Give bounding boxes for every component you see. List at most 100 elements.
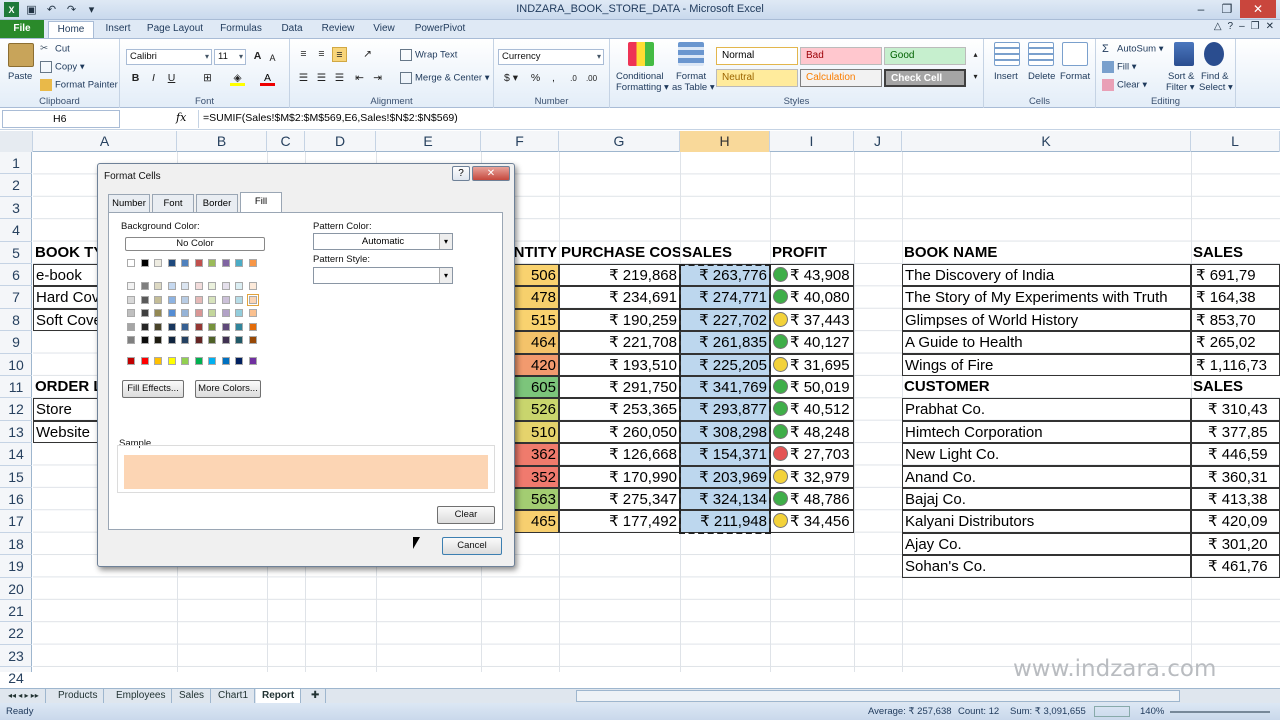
color-swatch[interactable]	[140, 295, 149, 304]
row-header[interactable]: 22	[0, 622, 32, 645]
color-swatch[interactable]	[167, 357, 176, 365]
row-header[interactable]: 9	[0, 331, 32, 354]
find-select-button[interactable]: Find &	[1201, 71, 1228, 82]
color-swatch[interactable]	[248, 259, 257, 267]
profit-cell[interactable]: ₹ 34,456	[770, 510, 854, 533]
style-bad[interactable]: Bad	[800, 47, 882, 65]
purchase-cost-cell[interactable]: ₹ 170,990	[559, 465, 680, 488]
row-header[interactable]: 23	[0, 645, 32, 668]
row-header[interactable]: 19	[0, 555, 32, 578]
paste-button[interactable]: Paste	[8, 71, 32, 82]
customer-name-cell[interactable]: Himtech Corporation	[902, 420, 1191, 444]
tab-file[interactable]: File	[0, 20, 44, 38]
fill-effects-button[interactable]: Fill Effects...	[122, 380, 184, 398]
tab-powerpivot[interactable]: PowerPivot	[410, 21, 470, 38]
sales-cell[interactable]: ₹ 308,298	[680, 420, 770, 444]
column-header[interactable]: F	[481, 131, 559, 152]
styles-more-icon[interactable]: ▾	[968, 69, 983, 84]
book-sales-cell[interactable]: ₹ 164,38	[1191, 286, 1280, 309]
color-swatch[interactable]	[221, 309, 230, 317]
color-swatch[interactable]	[167, 295, 176, 304]
sheet-tab-chart1[interactable]: Chart1	[212, 689, 256, 704]
color-swatch[interactable]	[248, 322, 257, 331]
sales-cell[interactable]: ₹ 261,835	[680, 331, 770, 354]
name-box[interactable]: H6	[2, 110, 120, 128]
dialog-tab-font[interactable]: Font	[152, 194, 194, 212]
zoom-slider[interactable]	[1170, 711, 1270, 713]
sales-cell[interactable]: ₹ 263,776	[680, 264, 770, 287]
row-header[interactable]: 3	[0, 197, 32, 220]
color-swatch[interactable]	[221, 357, 230, 365]
color-swatch[interactable]	[208, 309, 216, 317]
number-format-select[interactable]: Currency	[498, 49, 604, 65]
row-header[interactable]: 14	[0, 443, 32, 466]
sheet-tab-report[interactable]: Report	[256, 689, 302, 704]
column-header[interactable]: E	[376, 131, 481, 152]
purchase-cost-cell[interactable]: ₹ 221,708	[559, 331, 680, 354]
header-profit[interactable]: PROFIT	[770, 242, 854, 264]
purchase-cost-cell[interactable]: ₹ 177,492	[559, 510, 680, 533]
color-swatch[interactable]	[194, 336, 203, 344]
color-swatch[interactable]	[235, 282, 243, 290]
color-swatch[interactable]	[154, 282, 162, 290]
profit-cell[interactable]: ₹ 40,127	[770, 331, 854, 354]
color-swatch[interactable]	[127, 309, 135, 317]
sales-cell[interactable]: ₹ 211,948	[680, 510, 770, 533]
color-swatch[interactable]	[221, 295, 230, 304]
customer-name-cell[interactable]: Anand Co.	[902, 465, 1191, 488]
book-name-cell[interactable]: Glimpses of World History	[902, 308, 1191, 332]
color-swatch[interactable]	[248, 336, 257, 344]
column-header[interactable]: L	[1191, 131, 1280, 152]
profit-cell[interactable]: ₹ 43,908	[770, 264, 854, 287]
color-swatch[interactable]	[140, 357, 149, 365]
color-swatch[interactable]	[208, 295, 216, 304]
cut-button[interactable]: ✂ Cut	[40, 43, 70, 55]
dialog-tab-number[interactable]: Number	[108, 194, 150, 212]
book-sales-cell[interactable]: ₹ 1,116,73	[1191, 353, 1280, 376]
sales-cell[interactable]: ₹ 225,205	[680, 353, 770, 376]
color-swatch[interactable]	[167, 282, 176, 290]
sales-cell[interactable]: ₹ 341,769	[680, 376, 770, 399]
customer-name-cell[interactable]: Kalyani Distributors	[902, 510, 1191, 533]
color-swatch[interactable]	[181, 282, 189, 290]
color-swatch[interactable]	[154, 309, 162, 317]
autosum-button[interactable]: Σ AutoSum ▾	[1102, 43, 1163, 55]
customer-name-cell[interactable]: Bajaj Co.	[902, 488, 1191, 511]
shrink-font-button[interactable]: A	[265, 51, 280, 66]
align-left-icon[interactable]: ☰	[296, 71, 311, 86]
format-painter-button[interactable]: Format Painter	[40, 79, 118, 91]
color-swatch[interactable]	[235, 295, 243, 304]
color-swatch[interactable]	[235, 259, 243, 267]
help-icon[interactable]: ?	[1228, 21, 1234, 32]
style-good[interactable]: Good	[884, 47, 966, 65]
profit-cell[interactable]: ₹ 48,786	[770, 488, 854, 511]
row-header[interactable]: 2	[0, 174, 32, 197]
tab-page-layout[interactable]: Page Layout	[144, 21, 206, 38]
color-swatch[interactable]	[248, 282, 257, 290]
color-swatch[interactable]	[235, 309, 243, 317]
style-calculation[interactable]: Calculation	[800, 69, 882, 87]
color-swatch[interactable]	[194, 322, 203, 331]
horizontal-scrollbar[interactable]	[576, 690, 1180, 702]
customer-sales-cell[interactable]: ₹ 413,38	[1191, 488, 1280, 511]
dialog-tab-fill[interactable]: Fill	[240, 192, 282, 213]
color-swatch[interactable]	[167, 336, 176, 344]
color-swatch[interactable]	[181, 322, 189, 331]
header-book-name[interactable]: BOOK NAME	[902, 242, 1191, 264]
row-header[interactable]: 16	[0, 488, 32, 511]
workbook-minimize-icon[interactable]: –	[1239, 21, 1245, 32]
color-swatch[interactable]	[208, 282, 216, 290]
row-header[interactable]: 24	[0, 667, 32, 690]
select-all-button[interactable]	[0, 131, 33, 152]
sheet-tab-employees[interactable]: Employees	[110, 689, 173, 704]
color-swatch[interactable]	[194, 282, 203, 290]
row-header[interactable]: 11	[0, 376, 32, 399]
format-cells-icon[interactable]	[1062, 42, 1088, 66]
tab-data[interactable]: Data	[276, 21, 308, 38]
customer-name-cell[interactable]: Ajay Co.	[902, 532, 1191, 556]
customer-sales-cell[interactable]: ₹ 360,31	[1191, 465, 1280, 488]
column-header[interactable]: A	[33, 131, 177, 152]
conditional-formatting-button[interactable]: Conditional	[616, 71, 664, 82]
close-icon[interactable]: ✕	[1240, 0, 1276, 18]
profit-cell[interactable]: ₹ 40,080	[770, 286, 854, 309]
